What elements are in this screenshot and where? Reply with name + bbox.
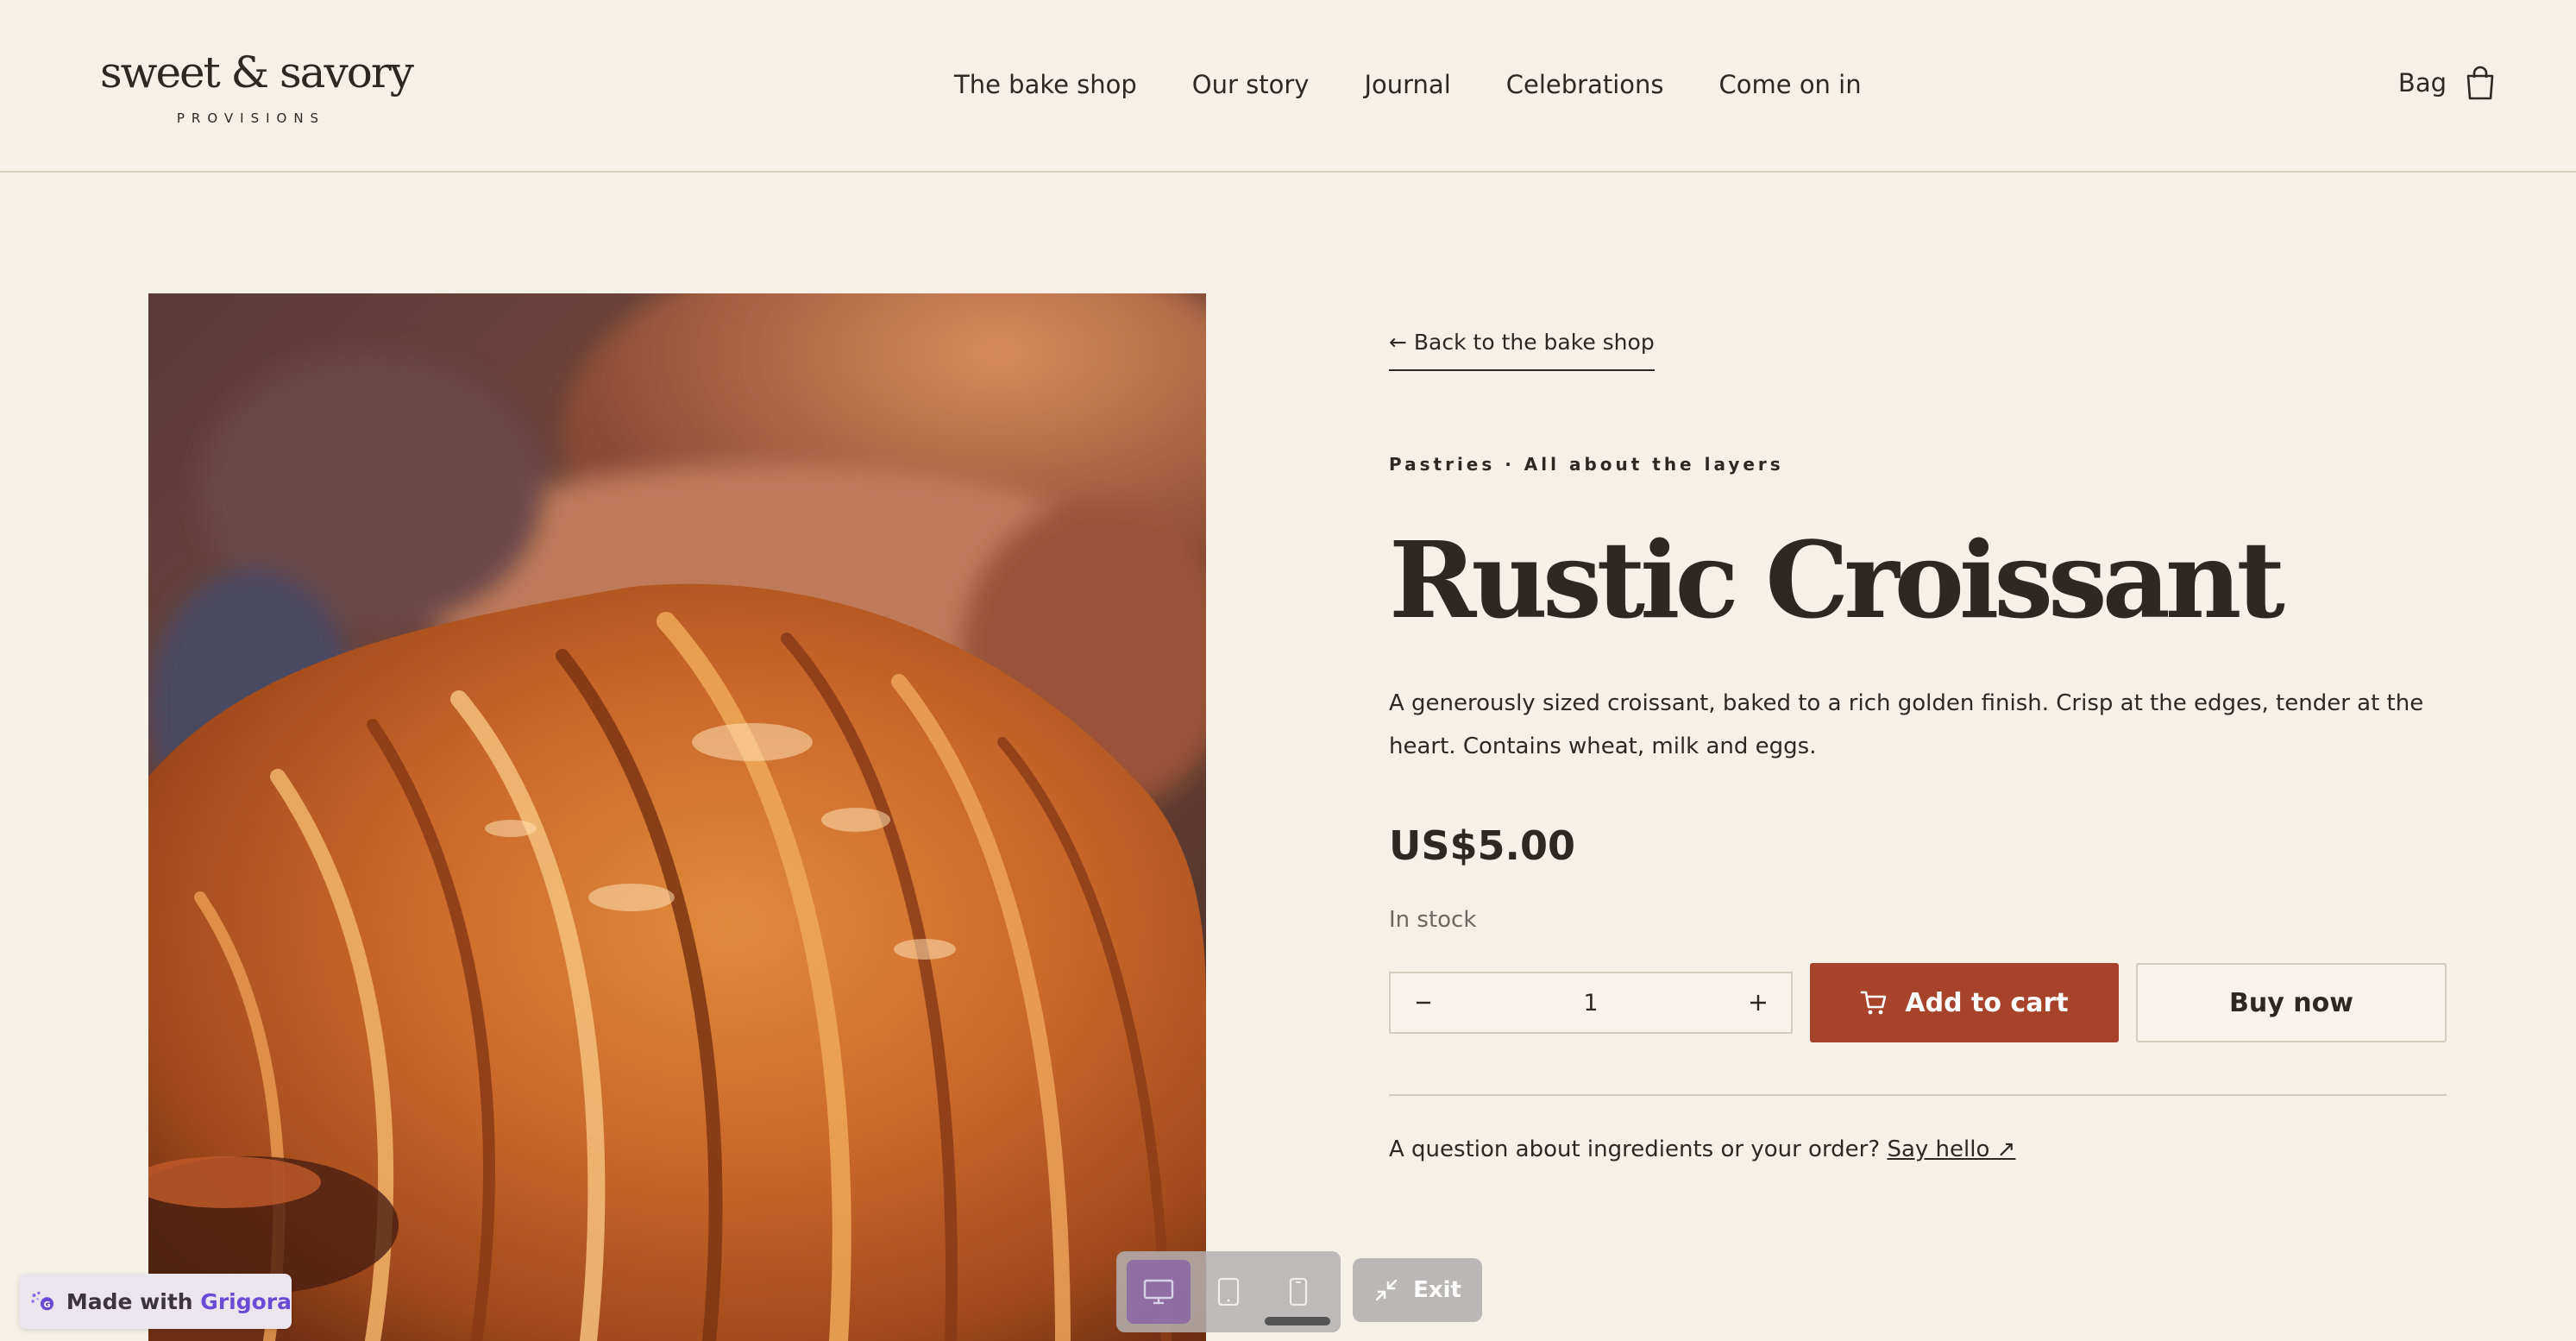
nav-item-celebrations[interactable]: Celebrations [1506, 67, 1664, 102]
contact-text: A question about ingredients or your ord… [1389, 1136, 1881, 1162]
collapse-icon [1375, 1279, 1398, 1301]
minus-icon [1417, 1001, 1430, 1004]
cart-icon [1861, 991, 1887, 1015]
nav-item-journal[interactable]: Journal [1364, 67, 1450, 102]
made-with-label: Made with [66, 1288, 193, 1314]
tablet-icon [1217, 1277, 1240, 1306]
bag-button[interactable]: Bag [2398, 66, 2495, 100]
bag-label: Bag [2397, 68, 2447, 98]
made-with-badge[interactable]: G Made with Grigora [19, 1274, 292, 1329]
add-to-cart-label: Add to cart [1905, 987, 2069, 1018]
buy-now-button[interactable]: Buy now [2136, 963, 2447, 1042]
brand-name: sweet & savory [100, 47, 414, 98]
buy-now-label: Buy now [2229, 987, 2353, 1018]
nav-item-bake-shop[interactable]: The bake shop [954, 67, 1137, 102]
product-image [148, 293, 1206, 1341]
plus-icon [1750, 995, 1766, 1010]
mobile-preview-button[interactable] [1266, 1260, 1330, 1324]
brand-tagline: PROVISIONS [176, 110, 326, 126]
desktop-icon [1143, 1279, 1173, 1305]
svg-text:G: G [44, 1300, 51, 1310]
tablet-preview-button[interactable] [1197, 1260, 1260, 1324]
say-hello-link[interactable]: Say hello ↗ [1887, 1136, 2015, 1162]
back-to-shop-link[interactable]: ← Back to the bake shop [1389, 328, 1655, 371]
divider [1389, 1094, 2447, 1096]
mobile-icon [1290, 1277, 1308, 1306]
shopping-bag-icon [2466, 66, 2494, 100]
product-price: US$5.00 [1389, 822, 1575, 869]
decrease-quantity-button[interactable] [1391, 973, 1456, 1032]
quantity-input[interactable]: 1 [1456, 990, 1725, 1017]
made-with-text: Made with Grigora [66, 1289, 292, 1314]
croissant-photo [148, 293, 1206, 1341]
contact-prompt: A question about ingredients or your ord… [1389, 1132, 2015, 1167]
exit-preview-button[interactable]: Exit [1353, 1258, 1482, 1322]
main-nav: The bake shop Our story Journal Celebrat… [954, 67, 1862, 102]
add-to-cart-button[interactable]: Add to cart [1810, 963, 2119, 1042]
device-preview-toolbar [1116, 1251, 1341, 1332]
desktop-preview-button[interactable] [1126, 1260, 1191, 1324]
site-header: sweet & savory PROVISIONS The bake shop … [0, 0, 2576, 173]
product-title: Rustic Croissant [1389, 518, 2285, 642]
active-device-indicator [1265, 1317, 1330, 1325]
product-category: Pastries · All about the layers [1389, 454, 1784, 475]
grigora-logo-icon: G [31, 1291, 54, 1311]
nav-item-come-on-in[interactable]: Come on in [1719, 67, 1862, 102]
increase-quantity-button[interactable] [1725, 973, 1791, 1032]
product-description: A generously sized croissant, baked to a… [1389, 690, 2424, 759]
made-with-brand: Grigora [200, 1288, 292, 1314]
brand-logo[interactable]: sweet & savory PROVISIONS [100, 45, 414, 126]
exit-label: Exit [1413, 1277, 1461, 1303]
quantity-stepper: 1 [1389, 972, 1793, 1034]
stock-status: In stock [1389, 907, 1477, 933]
nav-item-our-story[interactable]: Our story [1192, 67, 1310, 102]
